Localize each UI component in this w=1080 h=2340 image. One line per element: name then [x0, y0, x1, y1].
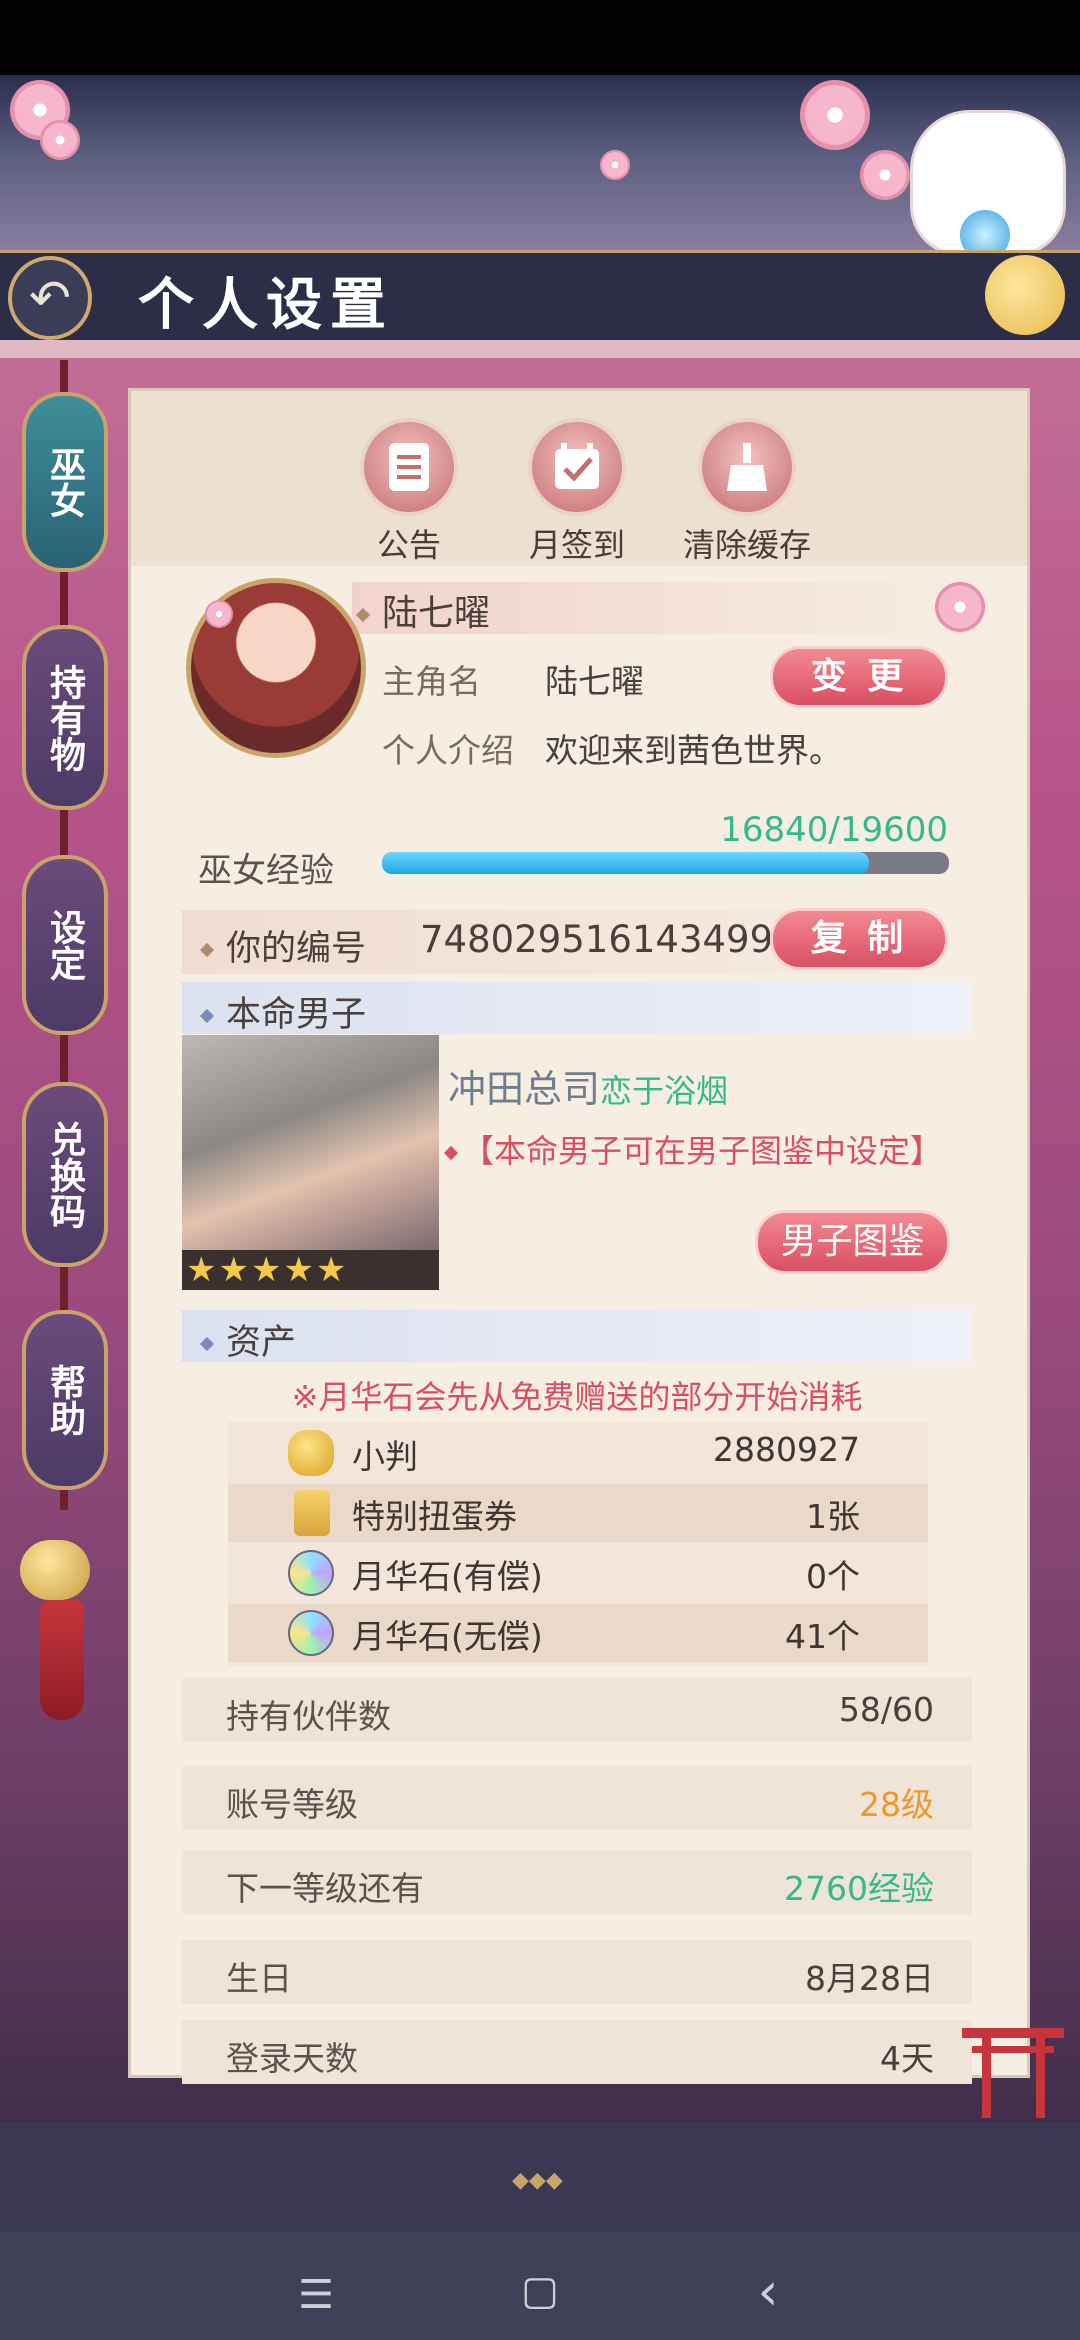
hair-flower-decoration — [205, 600, 233, 628]
cherry-blossom-decoration — [600, 150, 630, 180]
protagonist-value: 陆七曜 — [545, 662, 644, 701]
asset-value: 1张 — [806, 1497, 860, 1536]
tab-redeem-code[interactable]: 兑换码 — [22, 1082, 108, 1267]
player-id-value: 748029516143499 — [420, 918, 774, 961]
diamond-bullet-icon — [199, 1008, 215, 1024]
cherry-blossom-decoration — [860, 150, 910, 200]
tab-settings[interactable]: 设定 — [22, 855, 108, 1035]
tab-inventory[interactable]: 持有物 — [22, 625, 108, 810]
calendar-check-icon — [528, 418, 626, 516]
stat-value: 2760经验 — [784, 1869, 934, 1908]
tab-help[interactable]: 帮助 — [22, 1310, 108, 1490]
partner-subtitle: 恋于浴烟 — [600, 1072, 729, 1110]
copy-id-button[interactable]: 复 制 — [770, 908, 948, 970]
stat-label: 账号等级 — [226, 1785, 358, 1824]
monthly-checkin-button[interactable]: 月签到 — [492, 418, 662, 566]
tassel-decoration — [40, 1600, 84, 1720]
back-arrow-icon: ↶ — [29, 269, 71, 327]
moonstone-icon — [288, 1610, 334, 1656]
cherry-blossom-decoration — [935, 582, 985, 632]
asset-value: 2880927 — [713, 1430, 860, 1469]
notice-button[interactable]: 公告 — [324, 418, 494, 566]
asset-name: 特别扭蛋券 — [352, 1497, 517, 1536]
partner-section-title: 本命男子 — [199, 986, 367, 1037]
asset-row: 月华石(无偿) 41个 — [228, 1604, 928, 1662]
change-name-button[interactable]: 变 更 — [770, 646, 948, 708]
asset-name: 小判 — [352, 1437, 418, 1476]
notice-icon — [360, 418, 458, 516]
torii-gate-icon — [958, 2020, 1068, 2120]
menu-nav-button[interactable]: ☰ — [276, 2272, 356, 2318]
stat-value: 28级 — [859, 1785, 934, 1824]
stat-row-partners: 持有伙伴数 58/60 — [182, 1678, 972, 1742]
stat-value: 8月28日 — [805, 1959, 934, 1998]
gold-coin-icon — [288, 1430, 334, 1476]
tab-miko[interactable]: 巫女 — [22, 392, 108, 572]
stat-label: 生日 — [226, 1959, 292, 1998]
exp-progress-fill — [382, 852, 870, 874]
stat-value: 4天 — [880, 2039, 934, 2078]
stat-label: 下一等级还有 — [226, 1869, 424, 1908]
monthly-checkin-label: 月签到 — [528, 526, 625, 564]
player-name-text: 陆七曜 — [382, 593, 491, 634]
stat-value: 58/60 — [838, 1690, 934, 1729]
exp-value: 16840/19600 — [720, 810, 948, 850]
partner-note-text: 【本命男子可在男子图鉴中设定】 — [462, 1132, 943, 1170]
title-bar-divider — [0, 340, 1080, 358]
back-button[interactable]: ↶ — [8, 256, 92, 340]
notice-label: 公告 — [376, 526, 441, 564]
stat-row-login-days: 登录天数 4天 — [182, 2020, 972, 2084]
bell-icon — [20, 1540, 90, 1600]
broom-icon — [698, 418, 796, 516]
intro-label: 个人介绍 — [382, 731, 514, 770]
page-title: 个人设置 — [138, 272, 394, 338]
gacha-ticket-icon — [294, 1490, 330, 1536]
male-encyclopedia-button[interactable]: 男子图鉴 — [755, 1210, 950, 1274]
diamond-bullet-icon — [199, 1336, 215, 1352]
assets-section-header — [182, 1310, 972, 1362]
stat-row-next-level: 下一等级还有 2760经验 — [182, 1850, 972, 1914]
asset-row: 特别扭蛋券 1张 — [228, 1484, 928, 1542]
exp-label: 巫女经验 — [198, 851, 334, 891]
cherry-blossom-decoration — [40, 120, 80, 160]
asset-value: 41个 — [785, 1617, 860, 1656]
asset-row: 小判 2880927 — [228, 1424, 928, 1482]
diamond-bullet-icon — [199, 942, 215, 958]
asset-value: 0个 — [806, 1557, 860, 1596]
moon-icon — [985, 255, 1065, 335]
asset-name: 月华石(无偿) — [352, 1617, 543, 1656]
assets-section-title: 资产 — [199, 1314, 297, 1365]
partner-section-title-text: 本命男子 — [226, 995, 367, 1035]
moonstone-icon — [288, 1550, 334, 1596]
back-nav-button[interactable]: ‹ — [728, 2262, 808, 2322]
ornament-icon: ◆◆◆ — [512, 2168, 563, 2193]
cherry-blossom-decoration — [800, 80, 870, 150]
stat-row-birthday: 生日 8月28日 — [182, 1940, 972, 2004]
stat-label: 登录天数 — [226, 2039, 358, 2078]
intro-value: 欢迎来到茜色世界。 — [545, 731, 842, 770]
clear-cache-label: 清除缓存 — [682, 526, 811, 564]
stat-row-account-level: 账号等级 28级 — [182, 1766, 972, 1830]
diamond-bullet-icon — [443, 1145, 459, 1161]
player-id-label: 你的编号 — [199, 920, 367, 971]
partner-name: 冲田总司恋于浴烟 — [448, 1058, 728, 1113]
clear-cache-button[interactable]: 清除缓存 — [662, 418, 832, 566]
player-name: 陆七曜 — [355, 584, 491, 636]
assets-section-title-text: 资产 — [226, 1323, 297, 1363]
asset-row: 月华石(有偿) 0个 — [228, 1544, 928, 1602]
stat-label: 持有伙伴数 — [226, 1697, 391, 1736]
assets-notice: ※月华石会先从免费赠送的部分开始消耗 — [291, 1378, 863, 1416]
rarity-stars-icon: ★★★★★ — [186, 1250, 349, 1290]
partner-name-text: 冲田总司 — [448, 1067, 601, 1111]
diamond-bullet-icon — [355, 607, 371, 623]
home-nav-button[interactable]: ▢ — [500, 2268, 580, 2314]
protagonist-label: 主角名 — [382, 662, 481, 701]
asset-name: 月华石(有偿) — [352, 1557, 543, 1596]
partner-note: 【本命男子可在男子图鉴中设定】 — [443, 1126, 943, 1172]
player-id-label-text: 你的编号 — [226, 929, 367, 969]
